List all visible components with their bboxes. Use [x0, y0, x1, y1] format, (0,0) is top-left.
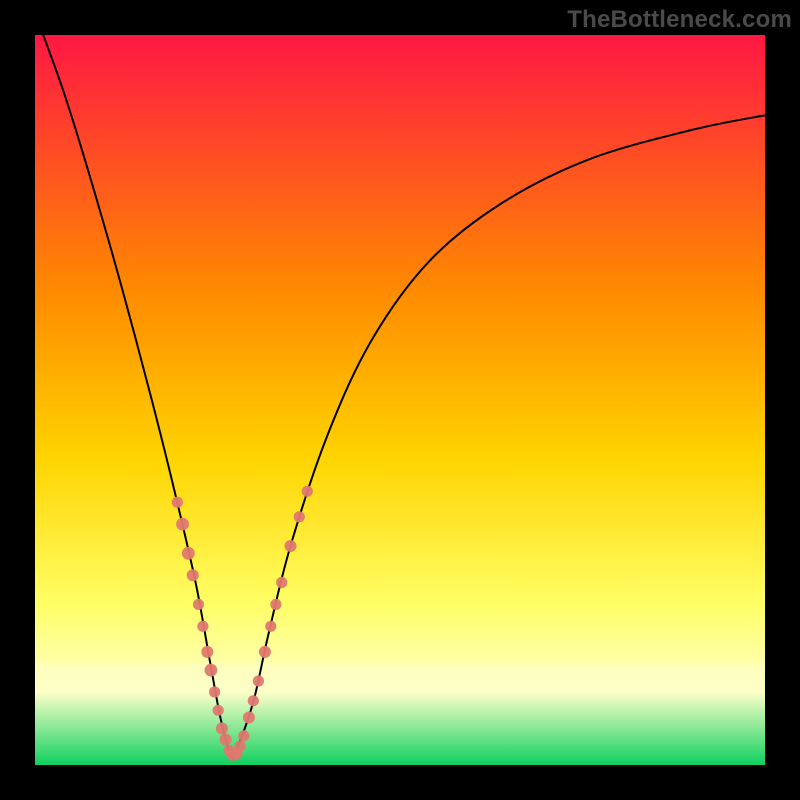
data-marker — [276, 577, 287, 588]
data-marker — [243, 712, 255, 724]
data-marker — [176, 518, 189, 531]
data-marker — [172, 497, 183, 508]
data-marker — [265, 621, 276, 632]
data-marker — [248, 695, 259, 706]
data-marker — [197, 621, 208, 632]
data-marker — [220, 734, 232, 746]
plot-background — [35, 35, 765, 765]
data-marker — [285, 540, 297, 552]
data-marker — [209, 686, 220, 697]
plot-area — [35, 35, 765, 765]
data-marker — [187, 569, 199, 581]
data-marker — [182, 547, 195, 560]
data-marker — [238, 730, 249, 741]
chart-frame: TheBottleneck.com — [0, 0, 800, 800]
data-marker — [294, 511, 305, 522]
data-marker — [213, 705, 224, 716]
data-marker — [253, 675, 264, 686]
data-marker — [270, 599, 281, 610]
data-marker — [193, 599, 204, 610]
chart-svg — [35, 35, 765, 765]
data-marker — [302, 486, 313, 497]
data-marker — [259, 646, 271, 658]
data-marker — [216, 723, 228, 735]
data-marker — [235, 740, 246, 751]
watermark-text: TheBottleneck.com — [567, 6, 792, 34]
data-marker — [205, 664, 218, 677]
data-marker — [201, 646, 213, 658]
highlight-band — [35, 663, 765, 689]
